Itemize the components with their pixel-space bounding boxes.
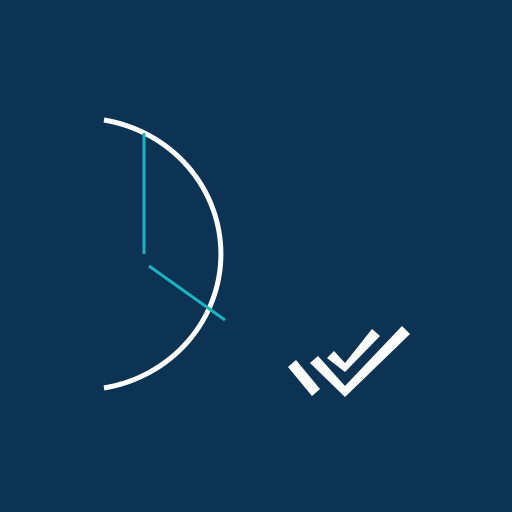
logo-svg bbox=[0, 0, 512, 512]
app-icon bbox=[0, 0, 512, 512]
icon-background bbox=[0, 0, 512, 512]
